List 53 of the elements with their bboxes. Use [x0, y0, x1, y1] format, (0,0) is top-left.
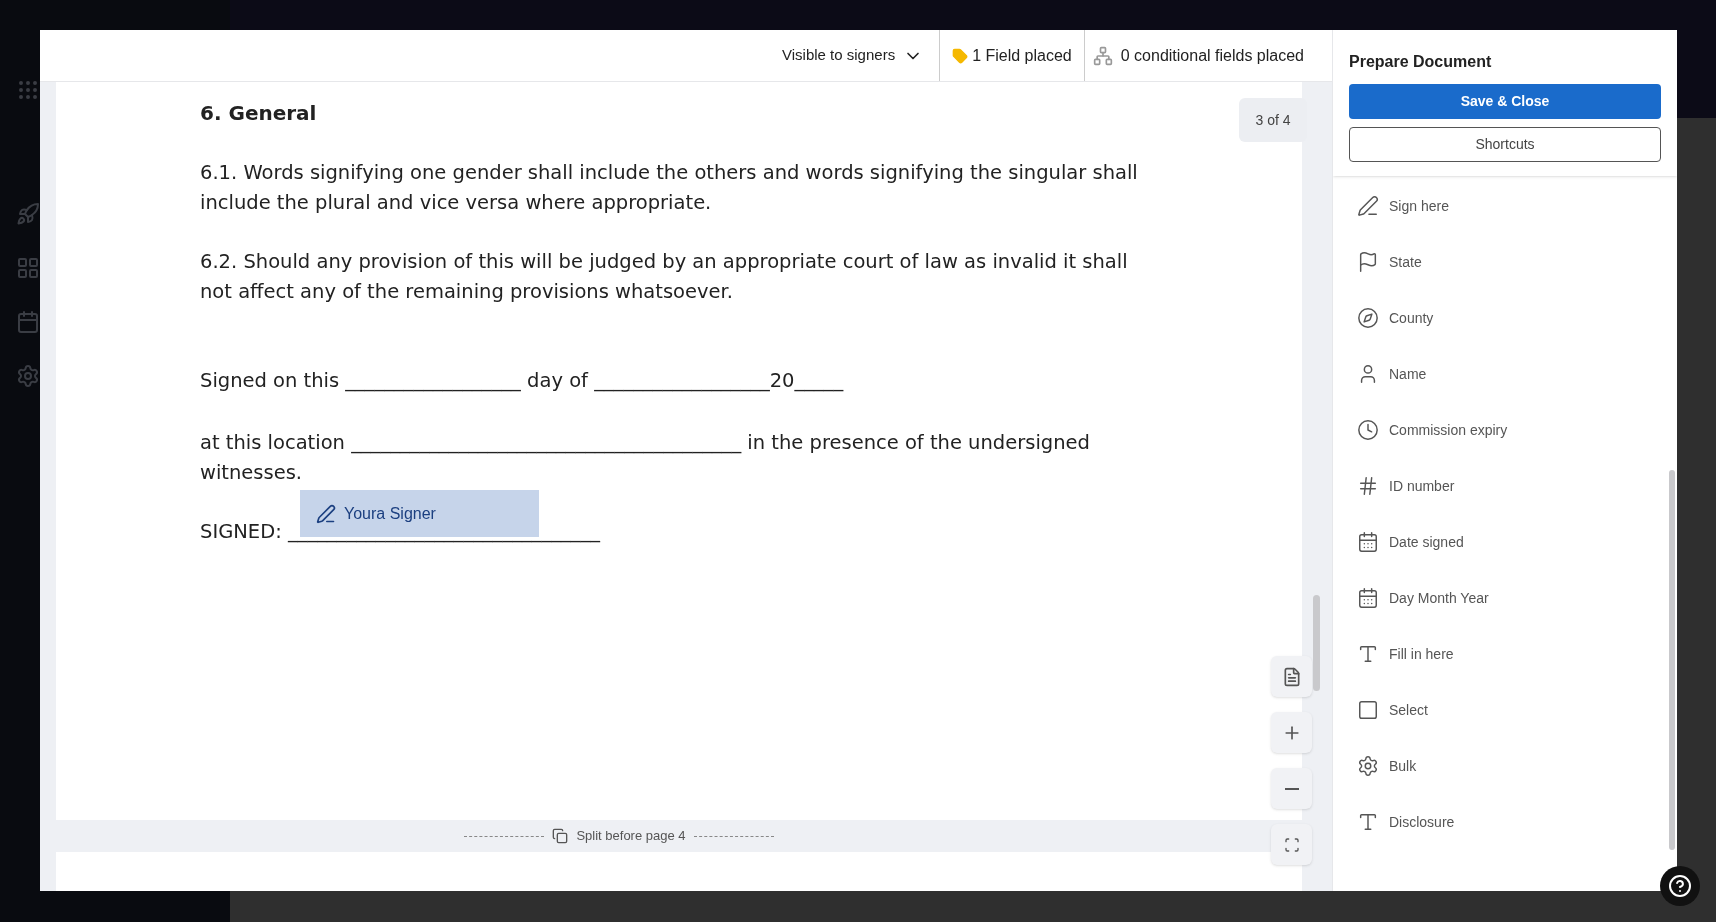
split-label: Split before page 4	[576, 827, 686, 846]
field-type-item[interactable]: Commission expiry	[1357, 402, 1508, 458]
gear-icon[interactable]	[16, 364, 40, 388]
hierarchy-icon	[1092, 45, 1113, 66]
field-type-item[interactable]: ID number	[1357, 458, 1455, 514]
field-type-item[interactable]: State	[1357, 234, 1422, 290]
document-button[interactable]	[1271, 656, 1312, 697]
text-icon	[1357, 643, 1379, 665]
clock-icon	[1357, 419, 1379, 441]
field-type-item[interactable]: Disclosure	[1357, 794, 1455, 850]
hash-icon	[1357, 475, 1379, 497]
fullscreen-button[interactable]	[1271, 824, 1312, 865]
tag-icon	[952, 47, 969, 64]
help-icon	[1668, 874, 1692, 898]
panel-title: Prepare Document	[1349, 52, 1493, 72]
dashboard-icon[interactable]	[16, 256, 40, 280]
minus-icon	[1284, 787, 1299, 790]
save-close-button[interactable]: Save & Close	[1349, 84, 1661, 119]
signed-date-line: Signed on this __________________ day of __________________20_____	[200, 368, 844, 394]
field-type-item[interactable]: County	[1357, 290, 1434, 346]
fullscreen-icon	[1283, 836, 1300, 853]
shortcuts-button[interactable]: Shortcuts	[1349, 127, 1661, 162]
calendar-icon	[1357, 587, 1379, 609]
rocket-icon[interactable]	[16, 202, 40, 226]
field-type-item[interactable]: Select	[1357, 682, 1428, 738]
calendar-icon	[1357, 531, 1379, 553]
section-heading: 6. General	[200, 100, 317, 127]
field-type-item[interactable]: Fill in here	[1357, 626, 1454, 682]
zoom-in-button[interactable]	[1271, 712, 1312, 753]
visibility-dropdown[interactable]: Visible to signers	[766, 30, 941, 81]
field-type-item[interactable]: Name	[1357, 346, 1427, 402]
field-type-item[interactable]: Day Month Year	[1357, 570, 1489, 626]
field-type-item[interactable]: Bulk	[1357, 738, 1417, 794]
text-icon	[1357, 811, 1379, 833]
calendar-icon[interactable]	[16, 310, 40, 334]
zoom-out-button[interactable]	[1271, 768, 1312, 809]
flag-icon	[1357, 251, 1379, 273]
checkbox-icon	[1357, 699, 1379, 721]
pen-icon	[1357, 195, 1379, 217]
conditional-fields-status: 0 conditional fields placed	[1084, 30, 1332, 81]
help-button[interactable]	[1660, 866, 1700, 906]
split-icon	[552, 828, 569, 844]
paragraph: 6.1. Words signifying one gender shall include the others and words signifying the singular shall include the plural and vice versa where appropriate.	[200, 160, 1139, 216]
gear-icon	[1357, 755, 1379, 777]
field-type-item[interactable]: Date signed	[1357, 514, 1464, 570]
grid-icon[interactable]	[16, 78, 40, 102]
location-line: at this location ________________________________________ in the presence of the undersigned witnesses.	[200, 430, 1091, 486]
field-type-item[interactable]: Sign here	[1357, 178, 1449, 234]
fields-placed-status: 1 Field placed	[940, 30, 1085, 81]
compass-icon	[1357, 307, 1379, 329]
signature-field[interactable]: Youra Signer	[300, 490, 539, 537]
paragraph: 6.2. Should any provision of this will be judged by an appropriate court of law as invalid it shall not affect any of the remaining provisions whatsoever.	[200, 249, 1129, 305]
pen-icon	[316, 503, 336, 524]
